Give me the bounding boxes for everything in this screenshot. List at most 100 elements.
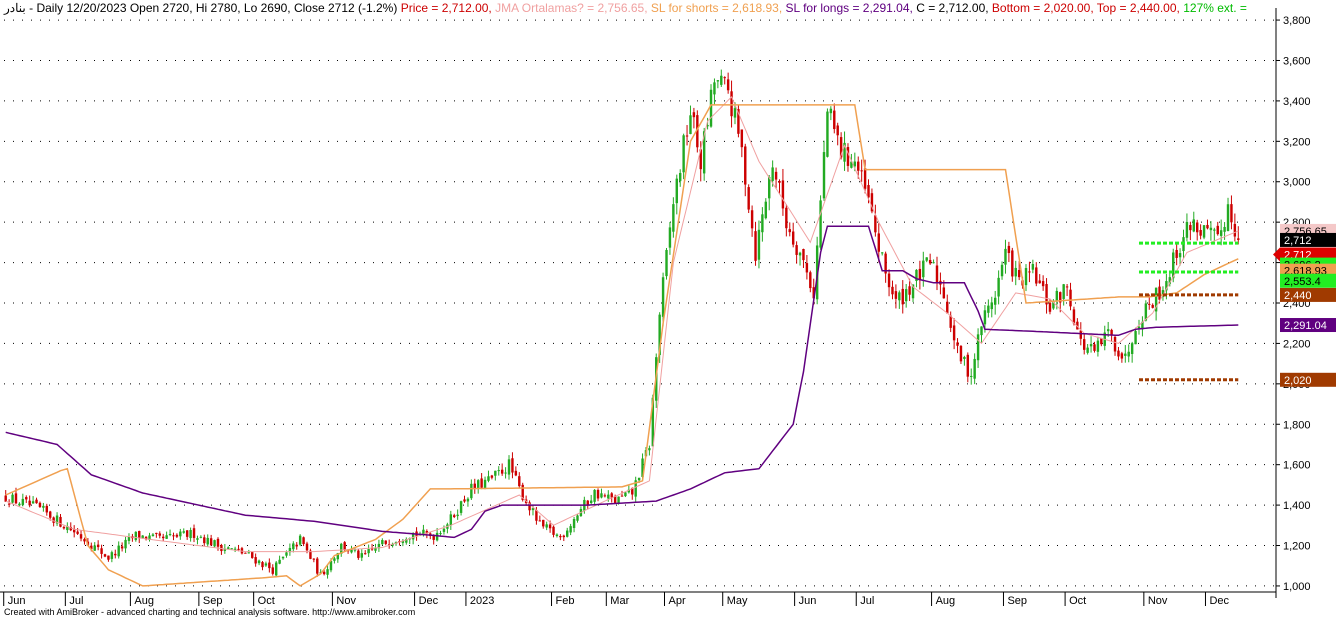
candle-body (980, 326, 983, 336)
candle-body (1035, 267, 1038, 284)
candle-body (79, 534, 83, 539)
candle-body (507, 459, 511, 475)
candle-body (384, 540, 387, 544)
candle-body (449, 514, 453, 526)
candle-body (93, 545, 96, 551)
candle-body (49, 511, 52, 518)
candle-body (268, 562, 271, 569)
candle-body (733, 108, 737, 118)
value-label-text: 2,553.4 (1284, 276, 1321, 288)
candle-body (35, 499, 38, 504)
candle-body (312, 558, 316, 560)
price-chart[interactable]: 1,0001,2001,4001,6001,8002,0002,2002,400… (0, 0, 1336, 619)
candle-body (569, 526, 572, 533)
candle-body (1151, 304, 1154, 308)
candle-body (161, 536, 165, 539)
candle-body (538, 520, 542, 522)
candle-body (918, 268, 922, 281)
candle-body (887, 273, 891, 288)
candle-body (586, 500, 589, 505)
candle-body (1158, 286, 1161, 300)
candle-body (648, 448, 651, 451)
candle-body (285, 552, 288, 556)
y-tick-label: 3,000 (1283, 177, 1311, 189)
candle-body (1017, 269, 1021, 278)
candle-body (1127, 351, 1130, 357)
candle-body (668, 227, 672, 248)
candle-body (548, 524, 552, 529)
candle-body (158, 533, 161, 536)
y-tick-label: 1,400 (1283, 500, 1311, 512)
candle-body (963, 356, 966, 359)
candle-body (1226, 204, 1230, 232)
candle-body (675, 178, 678, 204)
candle-body (107, 555, 110, 560)
candle-body (1041, 281, 1045, 287)
candle-body (904, 289, 908, 302)
candle-body (624, 492, 627, 497)
candle-body (134, 531, 138, 541)
candle-body (281, 556, 285, 559)
candle-body (155, 532, 158, 534)
candle-body (836, 125, 839, 136)
candle-body (973, 358, 976, 379)
candle-body (7, 503, 11, 505)
y-tick-label: 2,200 (1283, 338, 1311, 350)
candle-body (172, 535, 175, 537)
candle-body (771, 167, 774, 181)
candle-body (795, 245, 798, 255)
y-tick-label: 3,600 (1283, 55, 1311, 67)
candle-body (370, 548, 374, 550)
candle-body (213, 540, 216, 547)
candle-body (1189, 225, 1192, 231)
candle-body (867, 185, 870, 198)
candle-body (788, 229, 791, 233)
candle-body (1100, 338, 1103, 345)
candle-body (11, 494, 14, 503)
candle-body (781, 180, 785, 209)
candle-body (572, 518, 576, 529)
candle-body (25, 497, 28, 500)
candle-body (1130, 343, 1134, 355)
candle-body (1028, 271, 1031, 273)
candle-body (456, 514, 459, 517)
candle-body (809, 272, 812, 289)
candle-body (946, 301, 949, 314)
candle-body (470, 483, 473, 499)
candle-body (822, 152, 826, 199)
candle-body (826, 111, 829, 157)
candle-body (956, 342, 959, 346)
candle-body (726, 79, 730, 91)
candle-body (1216, 225, 1219, 235)
candle-body (802, 249, 805, 261)
candle-body (874, 215, 877, 233)
y-tick-label: 3,800 (1283, 15, 1311, 27)
candle-body (829, 108, 833, 114)
candle-body (545, 524, 548, 528)
candle-body (1233, 223, 1237, 237)
candle-body (798, 252, 802, 256)
candle-body (254, 557, 257, 564)
candle-body (1031, 264, 1035, 270)
candle-body (1199, 229, 1202, 236)
candle-body (1230, 204, 1233, 223)
candle-body (596, 489, 600, 499)
candle-body (620, 495, 624, 497)
candle-body (168, 534, 172, 536)
value-label-text: 2,291.04 (1284, 320, 1327, 332)
candle-body (247, 552, 251, 554)
candle-body (857, 161, 860, 171)
candle-body (209, 538, 213, 546)
candle-body (720, 75, 723, 85)
candle-body (1202, 225, 1206, 238)
candle-body (203, 537, 206, 544)
candle-body (898, 292, 901, 301)
candle-body (685, 135, 689, 137)
candle-body (45, 505, 49, 513)
candle-body (96, 544, 100, 548)
candle-body (1024, 268, 1028, 286)
x-tick-label: Oct (1069, 595, 1086, 607)
candle-body (165, 535, 168, 539)
candle-body (1048, 302, 1052, 312)
candle-body (877, 233, 880, 252)
